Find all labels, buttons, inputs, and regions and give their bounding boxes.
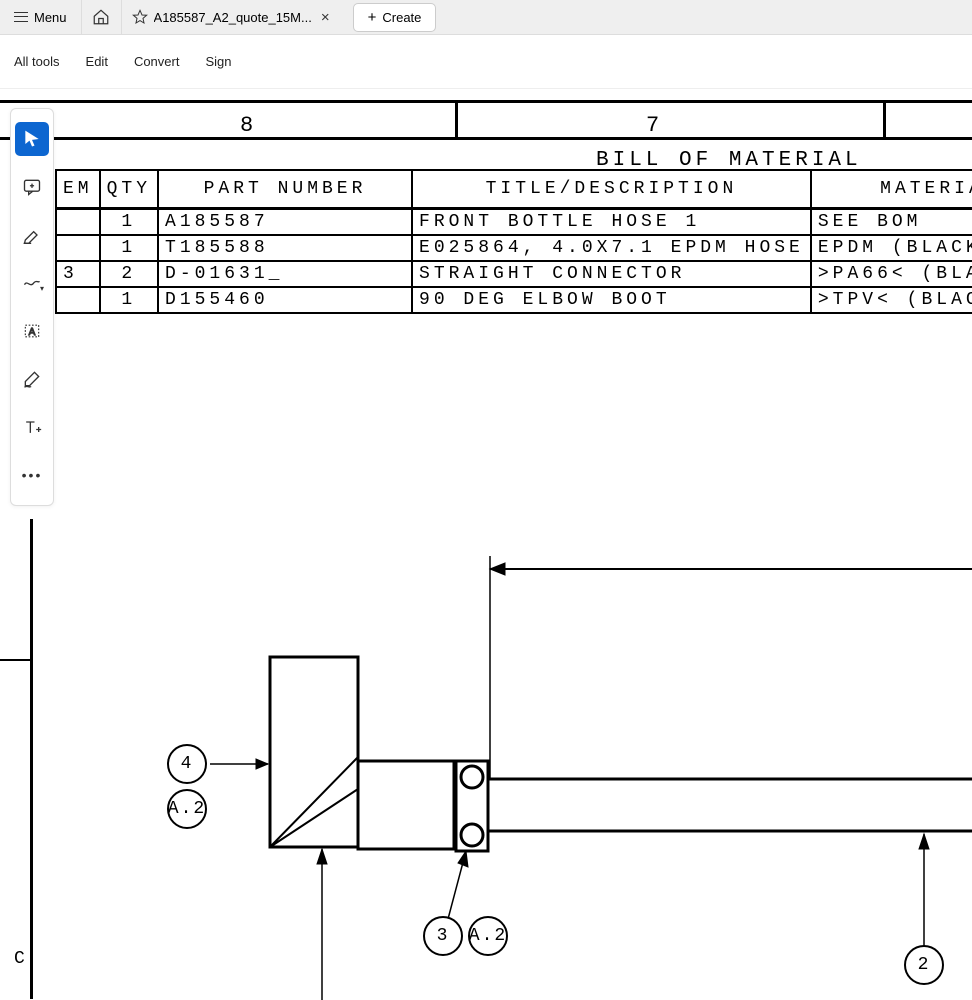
menu-all-tools[interactable]: All tools bbox=[14, 54, 60, 69]
menu-label: Menu bbox=[34, 10, 67, 25]
menu-convert[interactable]: Convert bbox=[134, 54, 180, 69]
comment-tool[interactable] bbox=[15, 170, 49, 204]
home-button[interactable] bbox=[82, 0, 122, 34]
add-text-icon bbox=[22, 417, 42, 437]
cursor-icon bbox=[22, 129, 42, 149]
create-label: Create bbox=[382, 10, 421, 25]
chevron-down-icon: ▾ bbox=[40, 284, 44, 293]
star-icon bbox=[132, 9, 148, 25]
add-text-tool[interactable] bbox=[15, 410, 49, 444]
create-button[interactable]: + Create bbox=[353, 3, 437, 32]
text-box-icon: A bbox=[22, 321, 42, 341]
plus-icon: + bbox=[368, 9, 377, 26]
document-viewport[interactable]: 8 7 BILL OF MATERIAL EM QTY PART NUMBER … bbox=[0, 89, 972, 1000]
signature-icon bbox=[22, 369, 42, 389]
technical-drawing bbox=[0, 89, 972, 1000]
comment-icon bbox=[22, 177, 42, 197]
titlebar: Menu A185587_A2_quote_15M... × + Create bbox=[0, 0, 972, 35]
ellipsis-icon: ••• bbox=[22, 467, 43, 483]
more-tools[interactable]: ••• bbox=[15, 458, 49, 492]
home-icon bbox=[92, 8, 110, 26]
sign-tool[interactable] bbox=[15, 362, 49, 396]
menubar: All tools Edit Convert Sign bbox=[0, 35, 972, 89]
svg-text:A: A bbox=[29, 327, 36, 338]
hamburger-icon bbox=[14, 12, 28, 22]
balloon-2: 2 bbox=[904, 945, 944, 985]
document-page: 8 7 BILL OF MATERIAL EM QTY PART NUMBER … bbox=[0, 89, 972, 1000]
left-toolbar: ▾ A ••• bbox=[10, 108, 54, 506]
menu-button[interactable]: Menu bbox=[0, 0, 82, 34]
balloon-3: 3 bbox=[423, 916, 463, 956]
balloon-a2-bottom: A.2 bbox=[468, 916, 508, 956]
select-tool[interactable] bbox=[15, 122, 49, 156]
highlighter-icon bbox=[22, 225, 42, 245]
tab-title: A185587_A2_quote_15M... bbox=[154, 10, 312, 25]
draw-tool[interactable]: ▾ bbox=[15, 266, 49, 300]
menu-edit[interactable]: Edit bbox=[86, 54, 108, 69]
balloon-4: 4 bbox=[167, 744, 207, 784]
tab-close-button[interactable]: × bbox=[318, 9, 333, 26]
text-select-tool[interactable]: A bbox=[15, 314, 49, 348]
balloon-a2-top: A.2 bbox=[167, 789, 207, 829]
menu-sign[interactable]: Sign bbox=[205, 54, 231, 69]
document-tab[interactable]: A185587_A2_quote_15M... × bbox=[122, 0, 343, 34]
highlight-tool[interactable] bbox=[15, 218, 49, 252]
